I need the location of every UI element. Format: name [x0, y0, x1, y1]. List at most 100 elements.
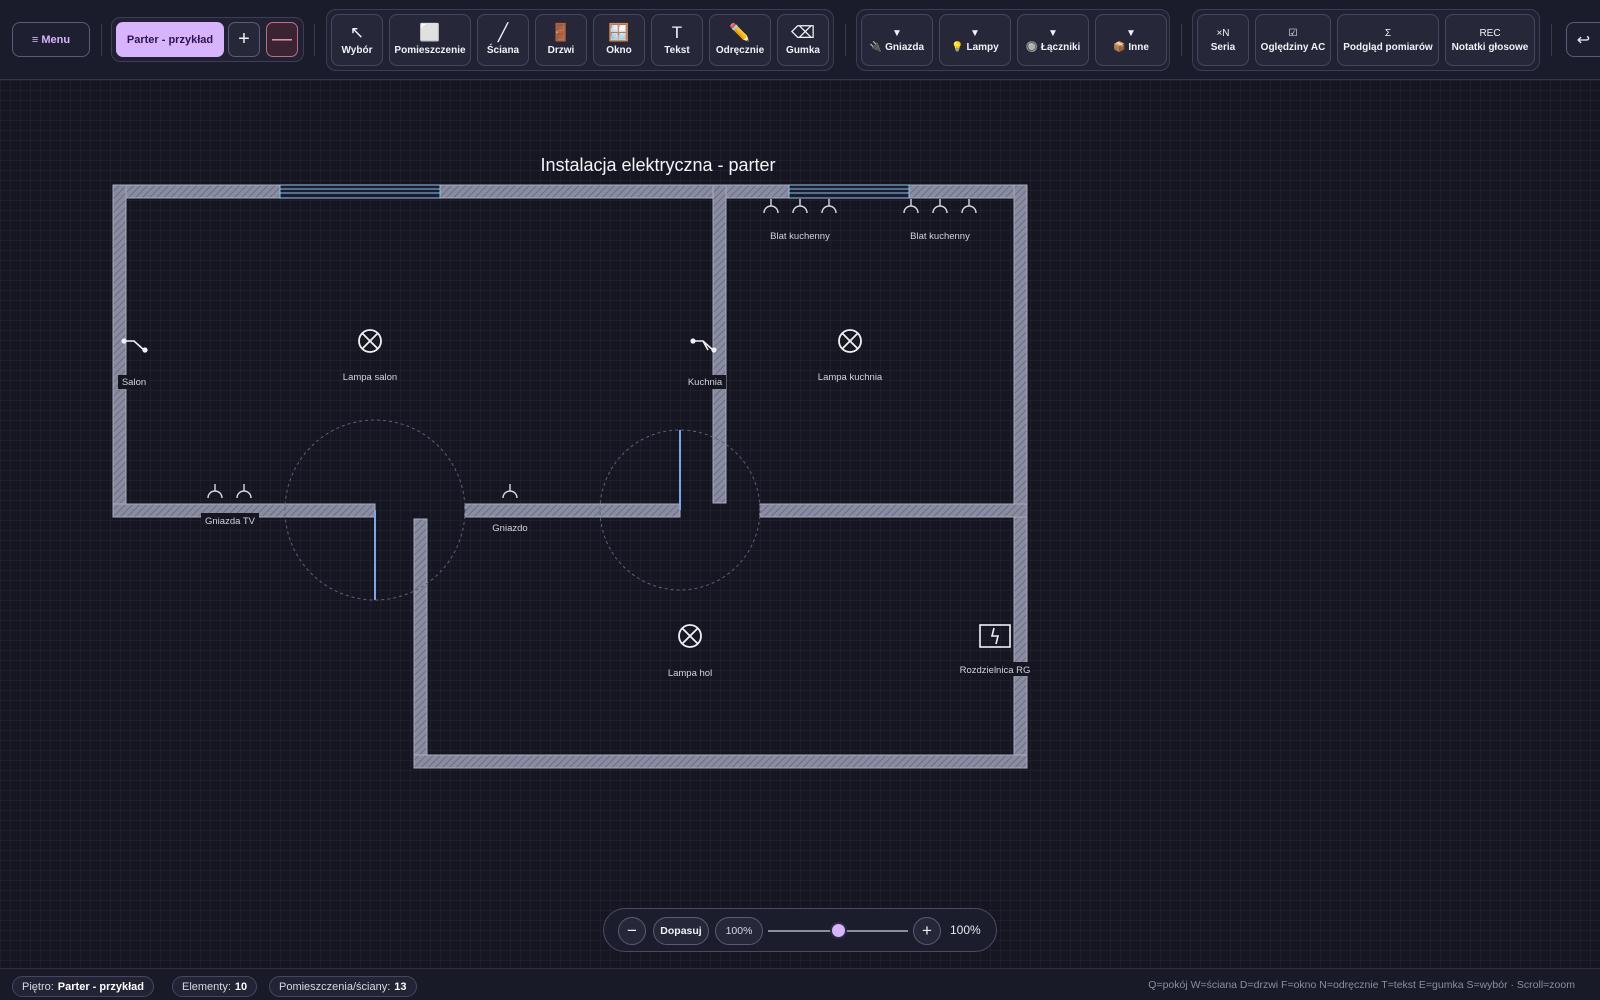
chevron-down-icon: ▼ [892, 27, 902, 39]
undo-button[interactable]: ↩ [1566, 22, 1600, 57]
package-icon: 📦 [1113, 41, 1126, 53]
elements-status-chip: Elementy: 10 [172, 976, 258, 997]
socket-symbol[interactable] [932, 199, 948, 214]
checkbox-icon: ☑ [1288, 27, 1298, 39]
socket-symbol[interactable] [821, 199, 837, 214]
elements-status-value: 10 [234, 980, 248, 993]
window-icon: 🪟 [608, 23, 630, 42]
fit-to-screen-button[interactable]: Dopasuj [653, 917, 709, 945]
window[interactable] [788, 184, 910, 199]
wall-segment[interactable] [464, 503, 681, 518]
tool-room-label: Pomieszczenie [394, 45, 466, 56]
tool-select-button[interactable]: ↖ Wybór [331, 14, 383, 66]
cursor-arrow-icon: ↖ [349, 23, 365, 42]
floor-status-chip: Piętro: Parter - przykład [12, 976, 154, 997]
record-icon: REC [1479, 27, 1501, 39]
floor-tab-parter[interactable]: Parter - przykład [116, 22, 224, 57]
rooms-status-label: Pomieszczenia/ściany: [279, 980, 391, 993]
socket-symbol[interactable] [792, 199, 808, 214]
series-button[interactable]: ×N Seria [1197, 14, 1249, 66]
distribution-panel-symbol[interactable] [979, 624, 1011, 648]
multiply-icon: ×N [1216, 27, 1230, 39]
lamp-symbol[interactable] [838, 329, 862, 353]
label-lamp-salon: Lampa salon [343, 372, 397, 383]
radio-button-icon: 🔘 [1025, 41, 1039, 53]
tool-select-label: Wybór [341, 45, 373, 56]
sockets-dropdown[interactable]: ▼ 🔌 Gniazda [861, 14, 933, 66]
zoom-slider-thumb[interactable] [829, 922, 847, 939]
tool-freehand-label: Odręcznie [715, 45, 765, 56]
wall-segment[interactable] [413, 754, 1028, 769]
measurements-preview-button[interactable]: Σ Podgląd pomiarów [1337, 14, 1439, 66]
walls [112, 184, 1028, 769]
wall-segment[interactable] [712, 184, 727, 504]
lamp-symbol[interactable] [678, 624, 702, 648]
floor-plan-canvas[interactable]: Instalacja elektryczna - parter Blat kuc… [0, 80, 1600, 968]
switch-symbol[interactable] [690, 338, 717, 353]
tool-door-button[interactable]: 🚪 Drzwi [535, 14, 587, 66]
socket-symbol[interactable] [502, 484, 518, 499]
tool-room-button[interactable]: ⬜ Pomieszczenie [389, 14, 471, 66]
remove-floor-button[interactable]: — [266, 22, 298, 57]
tool-text-label: Tekst [664, 45, 690, 56]
label-lamp-kitchen: Lampa kuchnia [818, 372, 883, 383]
rooms-status-value: 13 [394, 980, 407, 993]
label-switch-salon: Salon [122, 377, 146, 388]
toolbar-divider [1181, 24, 1182, 56]
label-lamp-hall: Lampa hol [668, 668, 712, 679]
door-icon: 🚪 [550, 23, 572, 42]
chevron-down-icon: ▼ [970, 27, 980, 39]
switches-dropdown[interactable]: ▼ 🔘 Łączniki [1017, 14, 1089, 66]
wall-segment[interactable] [112, 184, 281, 199]
inspection-button[interactable]: ☑ Oględziny AC [1255, 14, 1331, 66]
elements-status-label: Elementy: [182, 980, 231, 993]
socket-symbol[interactable] [207, 484, 223, 499]
wall-segment[interactable] [759, 503, 1028, 518]
floor-tabs: Parter - przykład + — [111, 17, 304, 62]
switches [121, 338, 717, 353]
socket-symbol[interactable] [236, 484, 252, 499]
rooms-status-chip: Pomieszczenia/ściany: 13 [269, 976, 417, 997]
tool-wall-label: Ściana [486, 45, 520, 56]
zoom-percentage-field[interactable]: 100% [715, 917, 763, 945]
chevron-down-icon: ▼ [1048, 27, 1058, 39]
socket-symbol[interactable] [903, 199, 919, 214]
measurements-label: Podgląd pomiarów [1343, 41, 1433, 53]
zoom-in-button[interactable]: + [913, 917, 941, 945]
lamp-symbol[interactable] [358, 329, 382, 353]
tool-eraser-label: Gumka [786, 45, 820, 56]
lamps-dropdown[interactable]: ▼ 💡 Lampy [939, 14, 1011, 66]
wall-segment[interactable] [413, 518, 428, 768]
voice-notes-button[interactable]: REC Notatki głosowe [1445, 14, 1535, 66]
inspection-label: Oględziny AC [1260, 41, 1326, 53]
drawing-tools-group: ↖ Wybór ⬜ Pomieszczenie ╱ Ściana 🚪 Drzwi… [326, 9, 834, 71]
wall-line-icon: ╱ [497, 23, 509, 42]
wall-segment[interactable] [908, 184, 1028, 199]
voice-notes-label: Notatki głosowe [1451, 41, 1529, 53]
add-floor-button[interactable]: + [228, 22, 260, 57]
tool-door-label: Drzwi [547, 45, 575, 56]
socket-symbol[interactable] [763, 199, 779, 214]
zoom-controls: − Dopasuj 100% + 100% [603, 908, 997, 952]
wall-segment[interactable] [1013, 184, 1028, 768]
window[interactable] [279, 184, 441, 199]
tool-window-button[interactable]: 🪟 Okno [593, 14, 645, 66]
menu-button[interactable]: ≡ Menu [12, 22, 90, 57]
tool-wall-button[interactable]: ╱ Ściana [477, 14, 529, 66]
zoom-out-button[interactable]: − [618, 917, 646, 945]
other-dropdown[interactable]: ▼ 📦 Inne [1095, 14, 1167, 66]
switches-label-text: Łączniki [1040, 41, 1081, 53]
tool-text-button[interactable]: T Tekst [651, 14, 703, 66]
socket-symbol[interactable] [961, 199, 977, 214]
tool-window-label: Okno [606, 45, 632, 56]
status-bar: Piętro: Parter - przykład Elementy: 10 P… [0, 968, 1600, 1000]
plug-icon: 🔌 [869, 41, 883, 53]
toolbar-divider [314, 24, 315, 56]
symbols-group: ▼ 🔌 Gniazda ▼ 💡 Lampy ▼ 🔘 Łączniki ▼ 📦 I… [856, 9, 1170, 71]
tool-eraser-button[interactable]: ⌫ Gumka [777, 14, 829, 66]
wall-segment[interactable] [112, 184, 127, 518]
lamps-dropdown-label: 💡 Lampy [951, 42, 998, 53]
other-dropdown-label: 📦 Inne [1113, 42, 1149, 53]
wall-segment[interactable] [439, 184, 790, 199]
tool-freehand-button[interactable]: ✏️ Odręcznie [709, 14, 771, 66]
